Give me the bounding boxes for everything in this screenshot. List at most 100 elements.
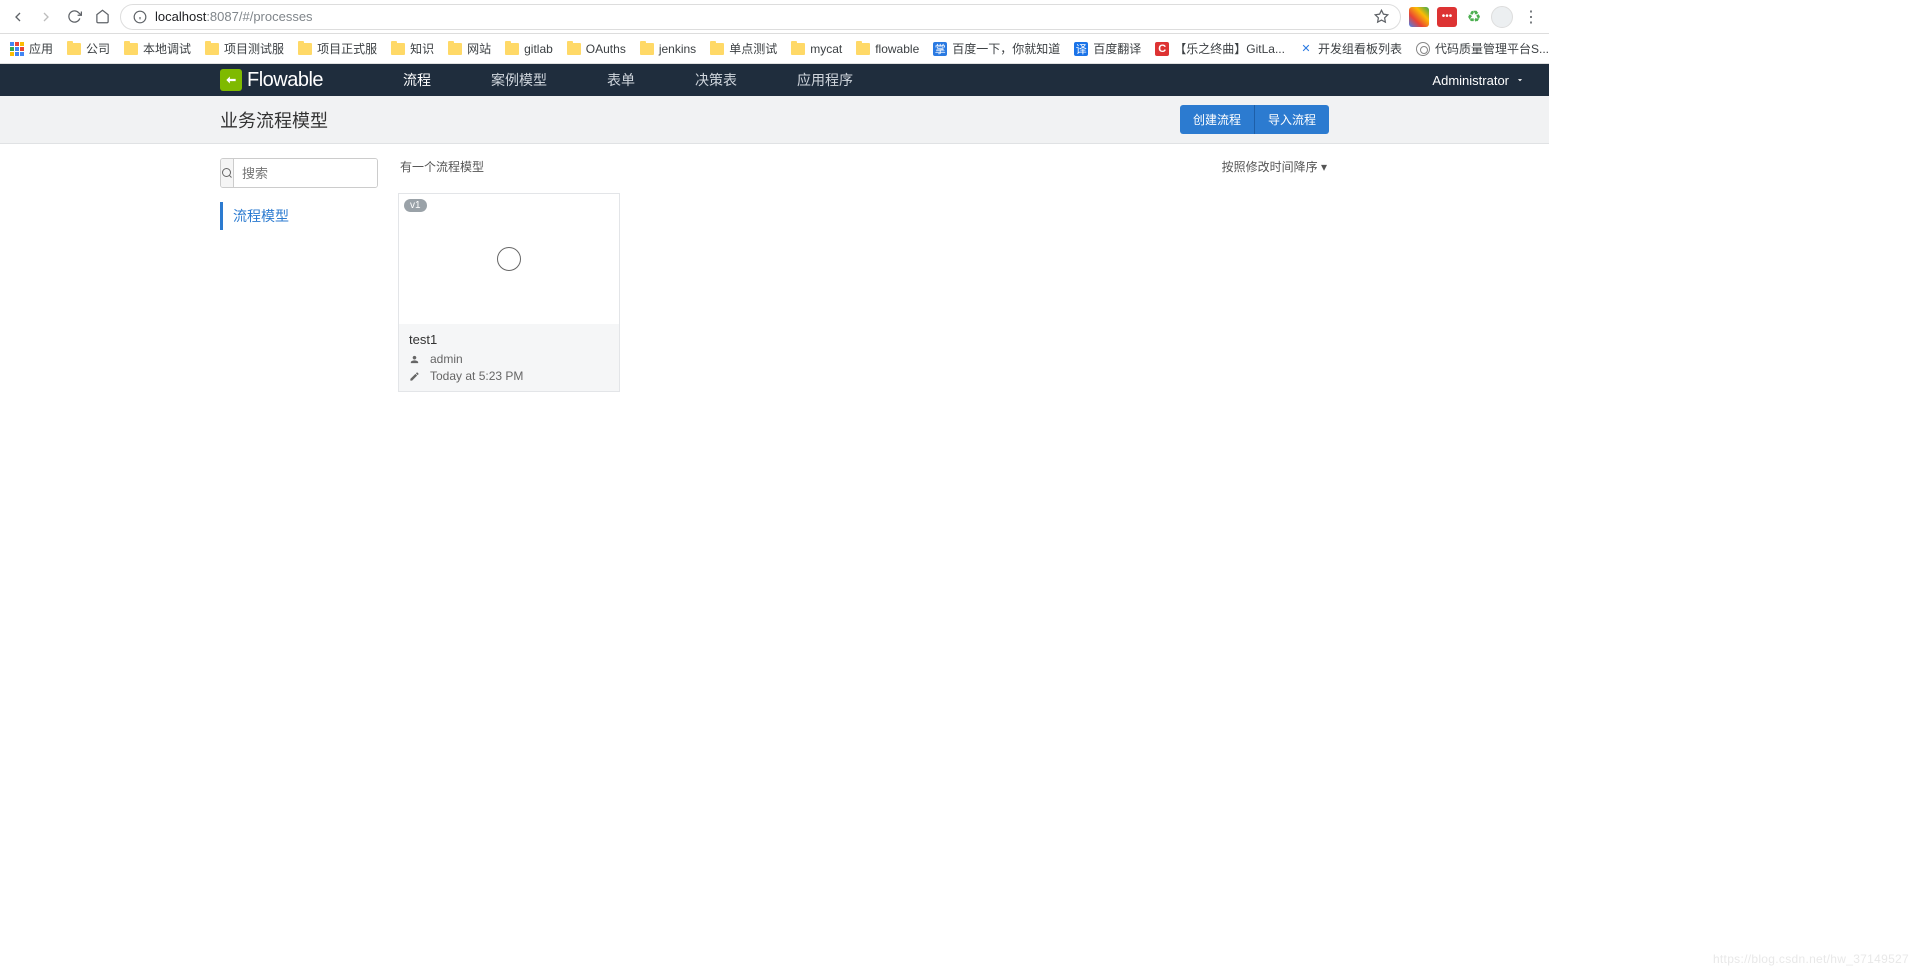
page-title: 业务流程模型 [220, 107, 1180, 133]
bookmark-item[interactable]: 掌百度一下，你就知道 [933, 40, 1060, 57]
bookmark-item[interactable]: 译百度翻译 [1074, 40, 1141, 57]
page-header: 业务流程模型 创建流程 导入流程 [0, 96, 1549, 144]
bookmark-label: 百度一下，你就知道 [952, 40, 1060, 57]
bookmark-item[interactable]: 本地调试 [124, 40, 191, 57]
bookmark-item[interactable]: 应用 [10, 40, 53, 57]
home-button[interactable] [92, 7, 112, 27]
logo-text: Flowable [247, 69, 323, 92]
app-navbar: Flowable 流程案例模型表单决策表应用程序 Administrator [0, 64, 1549, 96]
sort-dropdown[interactable]: 按照修改时间降序 ▾ [1222, 158, 1327, 175]
folder-icon [710, 43, 724, 55]
model-thumbnail: v1 [399, 194, 619, 324]
translate-icon: 译 [1074, 42, 1088, 56]
nav-tab[interactable]: 表单 [577, 64, 665, 96]
content: 流程模型 有一个流程模型 按照修改时间降序 ▾ v1 test1adminToda… [0, 144, 1549, 406]
bookmark-item[interactable]: mycat [791, 42, 842, 56]
folder-icon [856, 43, 870, 55]
user-name: Administrator [1432, 73, 1509, 88]
bookmark-item[interactable]: flowable [856, 42, 919, 56]
bookmark-item[interactable]: ✕开发组看板列表 [1299, 40, 1402, 57]
folder-icon [448, 43, 462, 55]
star-icon[interactable] [1372, 8, 1390, 26]
bookmark-label: gitlab [524, 42, 553, 56]
bookmark-item[interactable]: jenkins [640, 42, 696, 56]
profile-avatar[interactable] [1491, 6, 1513, 28]
sidebar-item-process-models[interactable]: 流程模型 [220, 202, 378, 230]
bookmark-label: 代码质量管理平台S... [1435, 40, 1549, 57]
nav-tab[interactable]: 流程 [373, 64, 461, 96]
logo-icon [220, 69, 242, 91]
folder-icon [640, 43, 654, 55]
baidu-icon: 掌 [933, 42, 947, 56]
bookmark-item[interactable]: 单点测试 [710, 40, 777, 57]
bookmark-label: 项目测试服 [224, 40, 284, 57]
bookmark-label: jenkins [659, 42, 696, 56]
bookmark-item[interactable]: C 【乐之终曲】GitLa... [1155, 40, 1285, 57]
bookmark-label: 网站 [467, 40, 491, 57]
import-process-button[interactable]: 导入流程 [1254, 105, 1329, 134]
model-card[interactable]: v1 test1adminToday at 5:23 PM [398, 193, 620, 392]
bookmark-item[interactable]: 代码质量管理平台S... [1416, 40, 1549, 57]
bookmark-item[interactable]: 项目正式服 [298, 40, 377, 57]
bookmark-item[interactable]: OAuths [567, 42, 626, 56]
bookmark-label: 知识 [410, 40, 434, 57]
model-name: test1 [409, 332, 609, 347]
bookmark-label: 百度翻译 [1093, 40, 1141, 57]
search-button[interactable] [221, 159, 234, 187]
nav-tab[interactable]: 案例模型 [461, 64, 577, 96]
bookmark-item[interactable]: 公司 [67, 40, 110, 57]
folder-icon [567, 43, 581, 55]
folder-icon [67, 43, 81, 55]
result-count: 有一个流程模型 [400, 158, 484, 175]
model-modified: Today at 5:23 PM [430, 369, 523, 383]
bookmark-item[interactable]: 网站 [448, 40, 491, 57]
apps-icon [10, 42, 24, 56]
bpmn-start-icon [497, 247, 521, 271]
address-bar[interactable]: localhost:8087/#/processes [120, 4, 1401, 30]
chevron-down-icon [1515, 75, 1525, 85]
search-input[interactable] [234, 159, 378, 187]
logo[interactable]: Flowable [220, 69, 323, 92]
bookmark-label: 【乐之终曲】GitLa... [1174, 40, 1285, 57]
list-header: 有一个流程模型 按照修改时间降序 ▾ [398, 158, 1329, 175]
bookmark-label: OAuths [586, 42, 626, 56]
bookmark-label: mycat [810, 42, 842, 56]
folder-icon [505, 43, 519, 55]
chrome-menu[interactable]: ⋮ [1521, 7, 1541, 27]
bookmark-item[interactable]: 知识 [391, 40, 434, 57]
pencil-icon [409, 371, 420, 382]
forward-button[interactable] [36, 7, 56, 27]
create-process-button[interactable]: 创建流程 [1180, 105, 1254, 134]
folder-icon [205, 43, 219, 55]
csdn-icon: C [1155, 42, 1169, 56]
extension-icon[interactable]: ♻ [1465, 8, 1483, 26]
user-icon [409, 354, 420, 365]
user-menu[interactable]: Administrator [1432, 73, 1529, 88]
bookmark-label: 公司 [86, 40, 110, 57]
bookmark-label: 本地调试 [143, 40, 191, 57]
extension-icon[interactable] [1409, 7, 1429, 27]
nav-tab[interactable]: 决策表 [665, 64, 767, 96]
bookmark-item[interactable]: 项目测试服 [205, 40, 284, 57]
extension-icon[interactable]: ••• [1437, 7, 1457, 27]
url-text: localhost:8087/#/processes [155, 9, 1366, 24]
sonar-icon [1416, 42, 1430, 56]
back-button[interactable] [8, 7, 28, 27]
version-badge: v1 [404, 199, 427, 212]
bookmark-item[interactable]: gitlab [505, 42, 553, 56]
bookmark-label: flowable [875, 42, 919, 56]
reload-button[interactable] [64, 7, 84, 27]
folder-icon [391, 43, 405, 55]
model-meta: test1adminToday at 5:23 PM [399, 324, 619, 391]
bookmarks-bar: 应用 公司 本地调试 项目测试服 项目正式服 知识 网站 gitlab OAuths jenkin… [0, 34, 1549, 64]
bookmark-label: 项目正式服 [317, 40, 377, 57]
bookmark-label: 单点测试 [729, 40, 777, 57]
action-buttons: 创建流程 导入流程 [1180, 105, 1329, 134]
folder-icon [791, 43, 805, 55]
main-panel: 有一个流程模型 按照修改时间降序 ▾ v1 test1adminToday at … [398, 158, 1329, 392]
nav-tab[interactable]: 应用程序 [767, 64, 883, 96]
site-info-icon[interactable] [131, 8, 149, 26]
sidebar: 流程模型 [220, 158, 378, 392]
watermark: https://blog.csdn.net/hw_37149527 [1713, 952, 1909, 966]
nav-items: 流程案例模型表单决策表应用程序 [373, 64, 883, 96]
